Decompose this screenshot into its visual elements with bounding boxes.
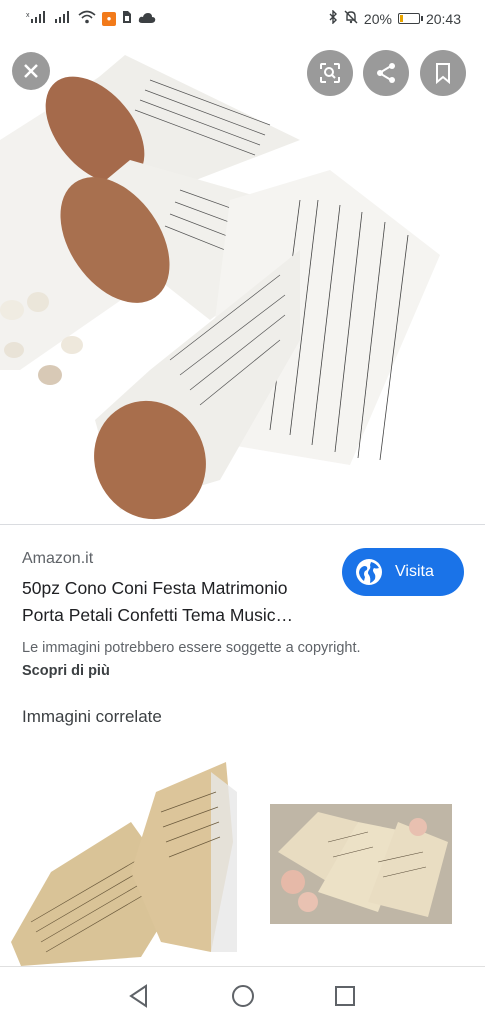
- kraft-music-cones-image: [11, 762, 237, 966]
- recent-apps-icon[interactable]: [330, 981, 360, 1011]
- save-button[interactable]: [420, 50, 466, 96]
- music-cones-roses-image: [248, 752, 474, 966]
- signal-icon: [54, 10, 72, 27]
- music-sheet-cones-image: [0, 55, 440, 520]
- result-title-line1: 50pz Cono Coni Festa Matrimonio: [22, 578, 288, 598]
- share-icon: [377, 63, 395, 83]
- battery-level: [399, 15, 404, 22]
- globe-icon: [356, 559, 382, 585]
- related-image-1[interactable]: [11, 752, 237, 966]
- signal-icon: x: [26, 10, 48, 27]
- lens-button[interactable]: [307, 50, 353, 96]
- close-button[interactable]: [12, 52, 50, 90]
- source-site[interactable]: Amazon.it: [22, 550, 93, 568]
- battery-icon: [397, 13, 423, 24]
- bluetooth-icon: [328, 9, 338, 27]
- battery-percent: 20%: [363, 10, 392, 27]
- preview-image[interactable]: [0, 40, 485, 525]
- clock: 20:43: [425, 10, 461, 27]
- notification-icon: ●: [102, 11, 116, 26]
- home-icon[interactable]: [228, 981, 258, 1011]
- bookmark-icon: [436, 63, 450, 84]
- lens-icon: [320, 63, 340, 83]
- back-icon[interactable]: [124, 981, 154, 1011]
- navigation-bar: [0, 966, 485, 1025]
- learn-more-link[interactable]: Scopri di più: [22, 663, 110, 679]
- result-title-line2: Porta Petali Confetti Tema Music…: [22, 605, 294, 625]
- share-button[interactable]: [363, 50, 409, 96]
- status-bar: x ● 20% 20:43: [0, 0, 485, 40]
- related-image-2[interactable]: [248, 752, 474, 966]
- visit-button[interactable]: Visita: [342, 548, 464, 596]
- result-title[interactable]: 50pz Cono Coni Festa Matrimonio Porta Pe…: [22, 575, 332, 629]
- visit-label: Visita: [395, 563, 434, 580]
- status-bar-right: 20% 20:43: [328, 9, 461, 27]
- sim-icon: [122, 10, 132, 27]
- copyright-notice: Le immagini potrebbero essere soggette a…: [22, 640, 361, 656]
- status-bar-left: x ●: [26, 10, 156, 27]
- mute-icon: [344, 10, 358, 27]
- cloud-icon: [138, 11, 156, 27]
- close-icon: [24, 64, 38, 78]
- wifi-icon: [78, 10, 96, 27]
- divider: [0, 524, 485, 525]
- svg-text:x: x: [26, 12, 30, 19]
- related-images-heading: Immagini correlate: [22, 707, 162, 726]
